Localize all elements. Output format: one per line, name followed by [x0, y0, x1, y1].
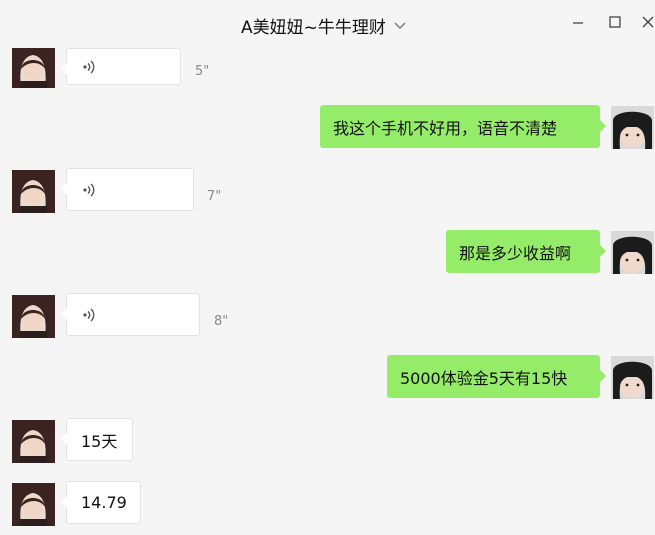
incoming-message-bubble[interactable]: 15天 [61, 418, 133, 461]
self-avatar[interactable] [611, 231, 654, 274]
chat-window: A美妞妞~牛牛理财 5" 我这个手机不好用，语音不清楚 7" 那是多少收益啊 8… [0, 0, 655, 535]
voice-duration: 8" [214, 314, 229, 329]
contact-avatar[interactable] [12, 295, 55, 338]
voice-wave-icon [83, 59, 95, 74]
self-avatar[interactable] [611, 106, 654, 149]
voice-message-bubble[interactable] [61, 168, 194, 211]
outgoing-message-bubble[interactable]: 那是多少收益啊 [446, 230, 606, 273]
message-list[interactable]: 5" 我这个手机不好用，语音不清楚 7" 那是多少收益啊 8" 5000体验金5… [0, 48, 655, 535]
outgoing-message-bubble[interactable]: 我这个手机不好用，语音不清楚 [320, 105, 606, 148]
chat-title: A美妞妞~牛牛理财 [241, 17, 386, 38]
chevron-down-icon [394, 22, 406, 29]
message-text: 14.79 [81, 493, 127, 512]
message-text: 我这个手机不好用，语音不清楚 [333, 118, 558, 138]
voice-wave-icon [83, 307, 95, 322]
contact-avatar[interactable] [12, 48, 55, 88]
voice-duration: 7" [207, 189, 222, 204]
voice-duration: 5" [195, 64, 210, 79]
message-text: 15天 [81, 431, 118, 451]
outgoing-message-bubble[interactable]: 5000体验金5天有15快 [387, 355, 606, 398]
message-text: 5000体验金5天有15快 [400, 368, 568, 388]
self-avatar[interactable] [611, 356, 654, 399]
minimize-icon[interactable] [566, 10, 590, 34]
voice-message-bubble[interactable] [61, 293, 200, 336]
chat-title-dropdown[interactable]: A美妞妞~牛牛理财 [241, 13, 408, 38]
close-icon[interactable] [636, 10, 655, 34]
incoming-message-bubble[interactable]: 14.79 [61, 481, 141, 524]
maximize-icon[interactable] [603, 10, 627, 34]
contact-avatar[interactable] [12, 420, 55, 463]
message-text: 那是多少收益啊 [459, 243, 572, 263]
voice-message-bubble[interactable] [61, 48, 181, 85]
contact-avatar[interactable] [12, 483, 55, 526]
voice-wave-icon [83, 182, 95, 197]
contact-avatar[interactable] [12, 170, 55, 213]
title-bar: A美妞妞~牛牛理财 [0, 0, 655, 48]
